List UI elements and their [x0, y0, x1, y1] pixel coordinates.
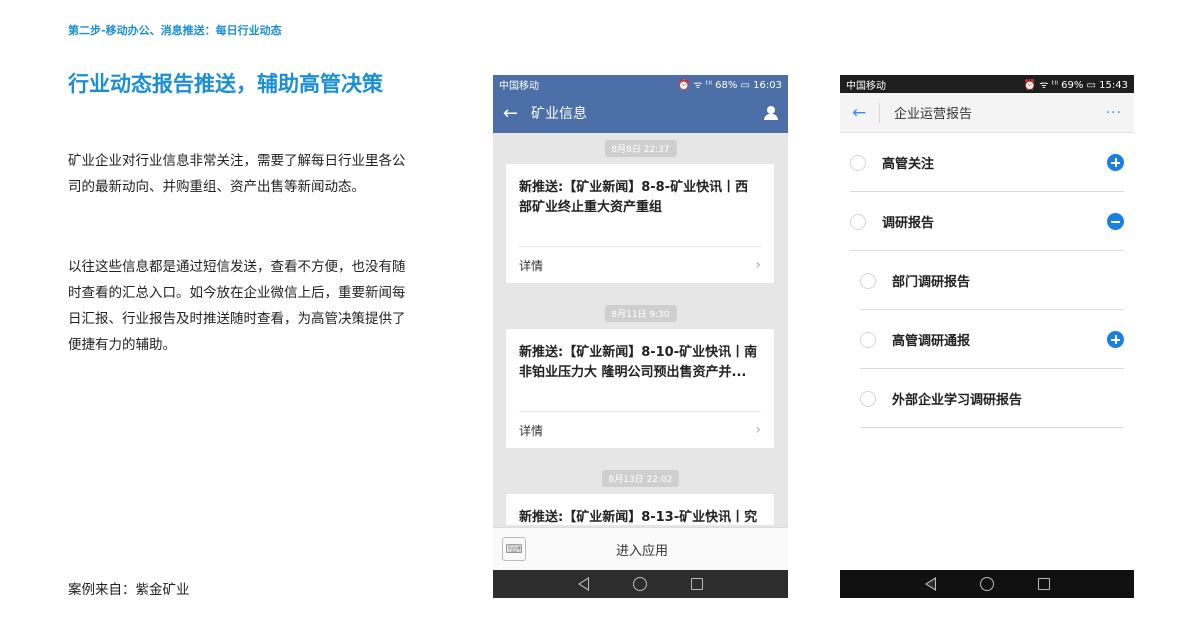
expand-plus-icon[interactable] — [1107, 331, 1124, 348]
collapse-minus-icon[interactable] — [1107, 213, 1124, 230]
more-icon[interactable]: ··· — [1106, 105, 1122, 121]
radio-button[interactable] — [860, 272, 876, 289]
back-arrow-icon[interactable]: ← — [852, 102, 880, 123]
details-link[interactable]: 详情 › — [519, 246, 761, 283]
nav-home-icon[interactable] — [979, 577, 994, 591]
status-bar: 中国移动 ⏰ ᯤ ᵗˡˡ 68% ▭ 16:03 — [493, 75, 788, 93]
tree-item-label: 调研报告 — [882, 216, 935, 231]
android-nav-bar — [840, 570, 1134, 598]
radio-button[interactable] — [860, 390, 876, 407]
radio-button[interactable] — [850, 154, 866, 171]
carrier: 中国移动 — [846, 80, 886, 92]
tree-item[interactable]: 高管关注 — [840, 133, 1134, 192]
bottom-bar: ⌨ 进入应用 — [493, 527, 788, 570]
tree-item[interactable]: 高管调研通报 — [840, 310, 1134, 369]
chevron-right-icon: › — [755, 257, 761, 273]
message-title: 新推送:【矿业新闻】8-10-矿业快讯丨南非铂业压力大 隆明公司预出售资产并..… — [519, 345, 758, 380]
tree-item-label: 外部企业学习调研报告 — [892, 393, 1023, 408]
phone-operations-report: 中国移动 ⏰ ᯤ ᵗˡˡ 69% ▭ 15:43 ← 企业运营报告 ··· 高管… — [840, 75, 1134, 598]
tree-item[interactable]: 调研报告 — [840, 192, 1134, 251]
expand-plus-icon[interactable] — [1107, 154, 1124, 171]
status-indicators: ⏰ ᯤ ᵗˡˡ 68% ▭ 16:03 — [677, 80, 782, 91]
intro-paragraph: 矿业企业对行业信息非常关注，需要了解每日行业里各公司的最新动向、并购重组、资产出… — [68, 153, 406, 195]
nav-home-icon[interactable] — [633, 577, 647, 591]
tree-item-label: 高管关注 — [882, 157, 935, 172]
radio-button[interactable] — [860, 331, 876, 348]
android-nav-bar — [493, 570, 788, 598]
header-title: 企业运营报告 — [894, 107, 973, 122]
details-link[interactable]: 详情 › — [519, 411, 761, 448]
chevron-right-icon: › — [755, 422, 761, 438]
status-bar: 中国移动 ⏰ ᯤ ᵗˡˡ 69% ▭ 15:43 — [840, 75, 1134, 93]
message-timestamp: 8月13日 22:02 — [601, 470, 680, 487]
nav-back-icon[interactable] — [578, 577, 589, 591]
message-title: 新推送:【矿业新闻】8-8-矿业快讯丨西部矿业终止重大资产重组 — [519, 180, 749, 215]
step-label: 第二步-移动办公、消息推送：每日行业动态 — [68, 24, 282, 37]
headline: 行业动态报告推送，辅助高管决策 — [68, 72, 383, 96]
header-title: 矿业信息 — [531, 106, 587, 122]
phone-mining-info: 中国移动 ⏰ ᯤ ᵗˡˡ 68% ▭ 16:03 ← 矿业信息 8月8日 22:… — [493, 75, 788, 598]
tree-item-label: 部门调研报告 — [892, 275, 971, 290]
message-list[interactable]: 8月8日 22:37 新推送:【矿业新闻】8-8-矿业快讯丨西部矿业终止重大资产… — [493, 133, 788, 525]
details-label: 详情 — [519, 258, 544, 273]
keyboard-icon[interactable]: ⌨ — [502, 537, 526, 561]
radio-button[interactable] — [850, 213, 866, 230]
nav-recent-icon[interactable] — [691, 578, 703, 590]
case-source: 案例来自：紫金矿业 — [68, 582, 190, 598]
tree-item[interactable]: 外部企业学习调研报告 — [840, 369, 1134, 428]
message-card[interactable]: 新推送:【矿业新闻】8-8-矿业快讯丨西部矿业终止重大资产重组 详情 › — [506, 164, 774, 283]
back-arrow-icon[interactable]: ← — [503, 103, 531, 124]
nav-recent-icon[interactable] — [1037, 578, 1050, 590]
app-header: ← 矿业信息 — [493, 93, 788, 133]
enter-app-button[interactable]: 进入应用 — [526, 540, 788, 559]
carrier: 中国移动 — [499, 80, 539, 92]
app-header: ← 企业运营报告 ··· — [840, 93, 1134, 133]
detail-paragraph: 以往这些信息都是通过短信发送，查看不方便，也没有随时查看的汇总入口。如今放在企业… — [68, 259, 406, 353]
nav-back-icon[interactable] — [924, 577, 936, 591]
user-icon[interactable] — [764, 106, 778, 120]
message-timestamp: 8月8日 22:37 — [604, 140, 677, 157]
message-title: 新推送:【矿业新闻】8-13-矿业快讯丨究 — [519, 510, 758, 525]
message-timestamp: 8月11日 9:30 — [604, 305, 677, 322]
details-label: 详情 — [519, 423, 544, 438]
message-card[interactable]: 新推送:【矿业新闻】8-13-矿业快讯丨究 — [506, 494, 774, 525]
tree-item-label: 高管调研通报 — [892, 334, 971, 349]
message-card[interactable]: 新推送:【矿业新闻】8-10-矿业快讯丨南非铂业压力大 隆明公司预出售资产并..… — [506, 329, 774, 448]
tree-item[interactable]: 部门调研报告 — [840, 251, 1134, 310]
status-indicators: ⏰ ᯤ ᵗˡˡ 69% ▭ 15:43 — [1023, 80, 1128, 91]
